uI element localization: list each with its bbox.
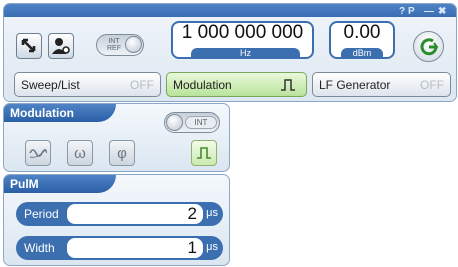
modulation-source-label: INT: [185, 116, 217, 129]
width-unit: μs: [206, 241, 218, 253]
rf-preset-button[interactable]: [16, 33, 42, 59]
pm-button[interactable]: φ: [109, 140, 135, 166]
period-input[interactable]: 2: [67, 204, 203, 224]
toggle-knob: [125, 36, 142, 53]
am-button[interactable]: [25, 140, 51, 166]
pulm-panel: PulM Period 2 μs Width 1 μs: [3, 174, 230, 266]
modulation-source-toggle[interactable]: INT: [164, 112, 220, 133]
modulation-panel-title: Modulation: [4, 104, 116, 122]
period-unit: μs: [206, 207, 218, 219]
frequency-unit: Hz: [191, 48, 300, 59]
ref-toggle-label-ref: REF: [107, 45, 121, 52]
omega-icon: ω: [74, 144, 86, 162]
phi-icon: φ: [117, 144, 127, 162]
ref-toggle[interactable]: INT REF: [96, 34, 144, 56]
rf-arrows-icon: [21, 38, 36, 53]
level-value: 0.00: [343, 22, 381, 43]
power-icon: [420, 37, 438, 55]
am-wave-icon: [29, 148, 47, 158]
width-row: Width 1 μs: [16, 236, 223, 260]
width-input[interactable]: 1: [67, 238, 203, 258]
help-icon[interactable]: ?: [399, 6, 405, 17]
user-gear-icon: [52, 38, 70, 54]
lf-generator-label: LF Generator: [319, 78, 391, 92]
level-unit: dBm: [341, 48, 383, 59]
sweep-list-button[interactable]: Sweep/List OFF: [14, 72, 161, 97]
width-label: Width: [24, 241, 55, 255]
modulation-label: Modulation: [173, 78, 232, 92]
period-row: Period 2 μs: [16, 202, 223, 226]
pin-icon[interactable]: P: [408, 6, 415, 17]
lf-generator-state: OFF: [420, 78, 444, 92]
modulation-button[interactable]: Modulation: [166, 72, 307, 97]
pulm-panel-title: PulM: [4, 175, 116, 193]
modulation-panel: Modulation INT ω φ: [3, 103, 230, 172]
fm-button[interactable]: ω: [67, 140, 93, 166]
minimize-icon[interactable]: —: [424, 6, 434, 17]
period-label: Period: [24, 207, 59, 221]
toggle-knob: [166, 114, 183, 131]
frequency-value: 1 000 000 000: [181, 22, 304, 43]
level-field[interactable]: 0.00 dBm: [329, 21, 395, 59]
instrument-panel: ? P — ✖ INT REF 1 000 000 000 Hz 0.00 dB…: [3, 3, 457, 102]
lf-generator-button[interactable]: LF Generator OFF: [312, 72, 451, 97]
user-settings-button[interactable]: [48, 33, 74, 59]
sweep-list-state: OFF: [130, 78, 154, 92]
close-icon[interactable]: ✖: [438, 6, 446, 17]
ref-toggle-label-int: INT: [108, 38, 120, 45]
pulse-icon: [197, 147, 211, 159]
pulse-modulation-button[interactable]: [191, 140, 217, 166]
rf-power-button[interactable]: [413, 31, 444, 62]
pulse-icon: [281, 79, 295, 91]
sweep-list-label: Sweep/List: [21, 78, 80, 92]
frequency-field[interactable]: 1 000 000 000 Hz: [171, 21, 314, 59]
